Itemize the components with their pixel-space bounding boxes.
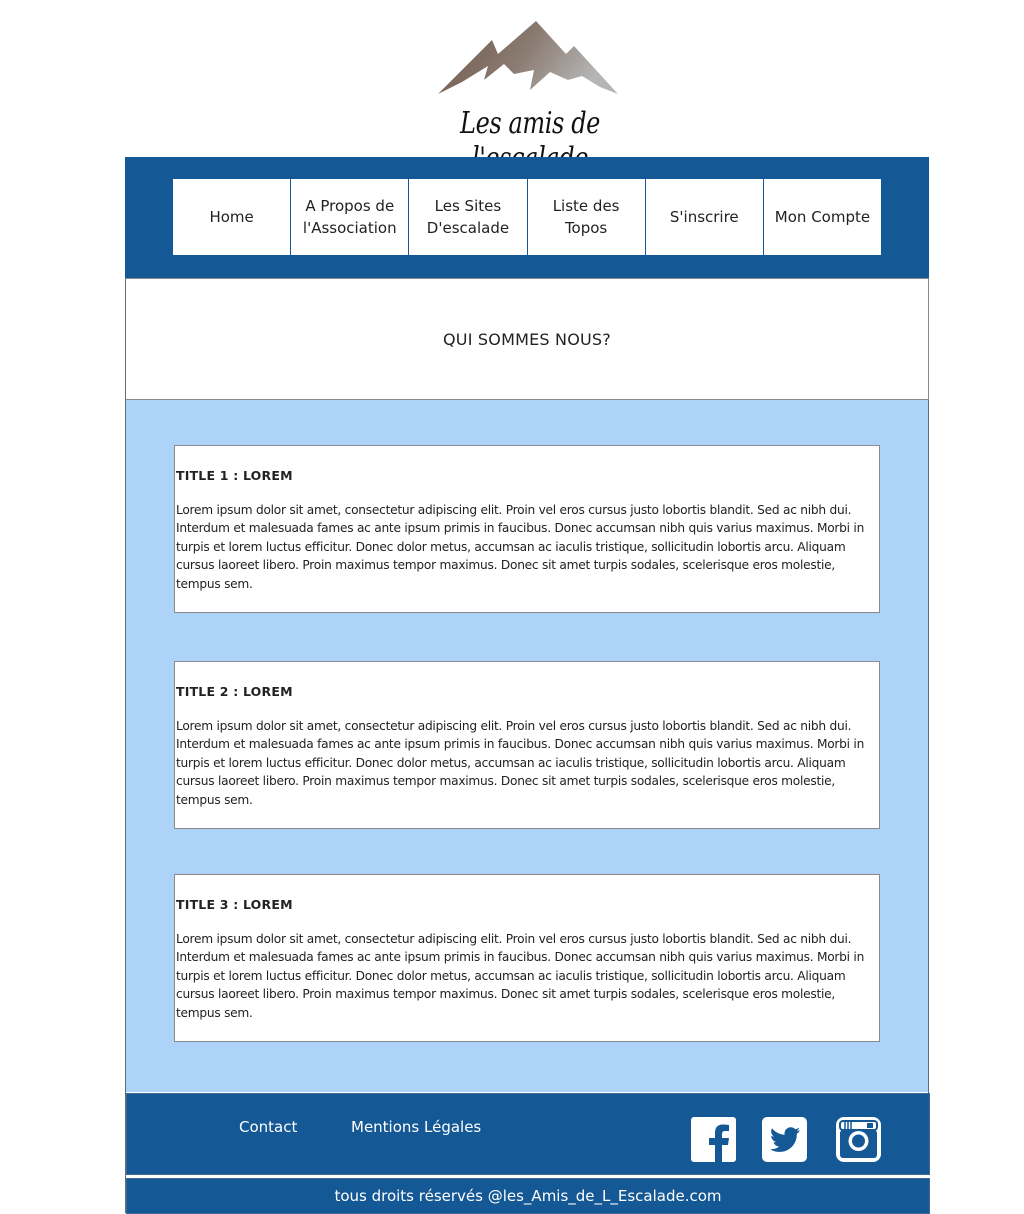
copyright-text: tous droits réservés @les_Amis_de_L_Esca… xyxy=(334,1187,722,1205)
card-body: Lorem ipsum dolor sit amet, consectetur … xyxy=(176,932,865,1020)
footer-link-contact[interactable]: Contact xyxy=(239,1118,297,1136)
main-nav: Home A Propos de l'Association Les Sites… xyxy=(173,179,881,255)
nav-item-account[interactable]: Mon Compte xyxy=(764,179,881,255)
content-card: TITLE 2 : LOREM Lorem ipsum dolor sit am… xyxy=(174,661,880,829)
card-body: Lorem ipsum dolor sit amet, consectetur … xyxy=(176,719,865,807)
footer-copyright-bar: tous droits réservés @les_Amis_de_L_Esca… xyxy=(126,1178,930,1214)
nav-item-climbing-sites[interactable]: Les Sites D'escalade xyxy=(409,179,528,255)
content-card: TITLE 3 : LOREM Lorem ipsum dolor sit am… xyxy=(174,874,880,1042)
nav-item-topos[interactable]: Liste des Topos xyxy=(528,179,646,255)
page-title: QUI SOMMES NOUS? xyxy=(443,329,611,349)
footer-links-bar: Contact Mentions Légales xyxy=(126,1093,930,1175)
heading-section: QUI SOMMES NOUS? xyxy=(125,278,929,400)
nav-item-register[interactable]: S'inscrire xyxy=(646,179,764,255)
mountain-icon xyxy=(438,21,618,94)
nav-bar: Home A Propos de l'Association Les Sites… xyxy=(125,157,929,278)
content-area: TITLE 1 : LOREM Lorem ipsum dolor sit am… xyxy=(126,400,928,1092)
logo[interactable]: Les amis de l'escalade xyxy=(400,14,660,176)
card-title: TITLE 3 : LOREM xyxy=(176,897,293,912)
content-card: TITLE 1 : LOREM Lorem ipsum dolor sit am… xyxy=(174,445,880,613)
instagram-icon[interactable] xyxy=(836,1117,881,1162)
card-title: TITLE 1 : LOREM xyxy=(176,468,293,483)
facebook-icon[interactable] xyxy=(691,1117,736,1162)
card-body: Lorem ipsum dolor sit amet, consectetur … xyxy=(176,503,865,591)
footer: Contact Mentions Légales tous droits rés… xyxy=(126,1093,930,1214)
nav-item-about[interactable]: A Propos de l'Association xyxy=(291,179,410,255)
twitter-icon[interactable] xyxy=(762,1117,807,1162)
footer-link-legal[interactable]: Mentions Légales xyxy=(351,1118,481,1136)
nav-item-home[interactable]: Home xyxy=(173,179,292,255)
card-title: TITLE 2 : LOREM xyxy=(176,684,293,699)
